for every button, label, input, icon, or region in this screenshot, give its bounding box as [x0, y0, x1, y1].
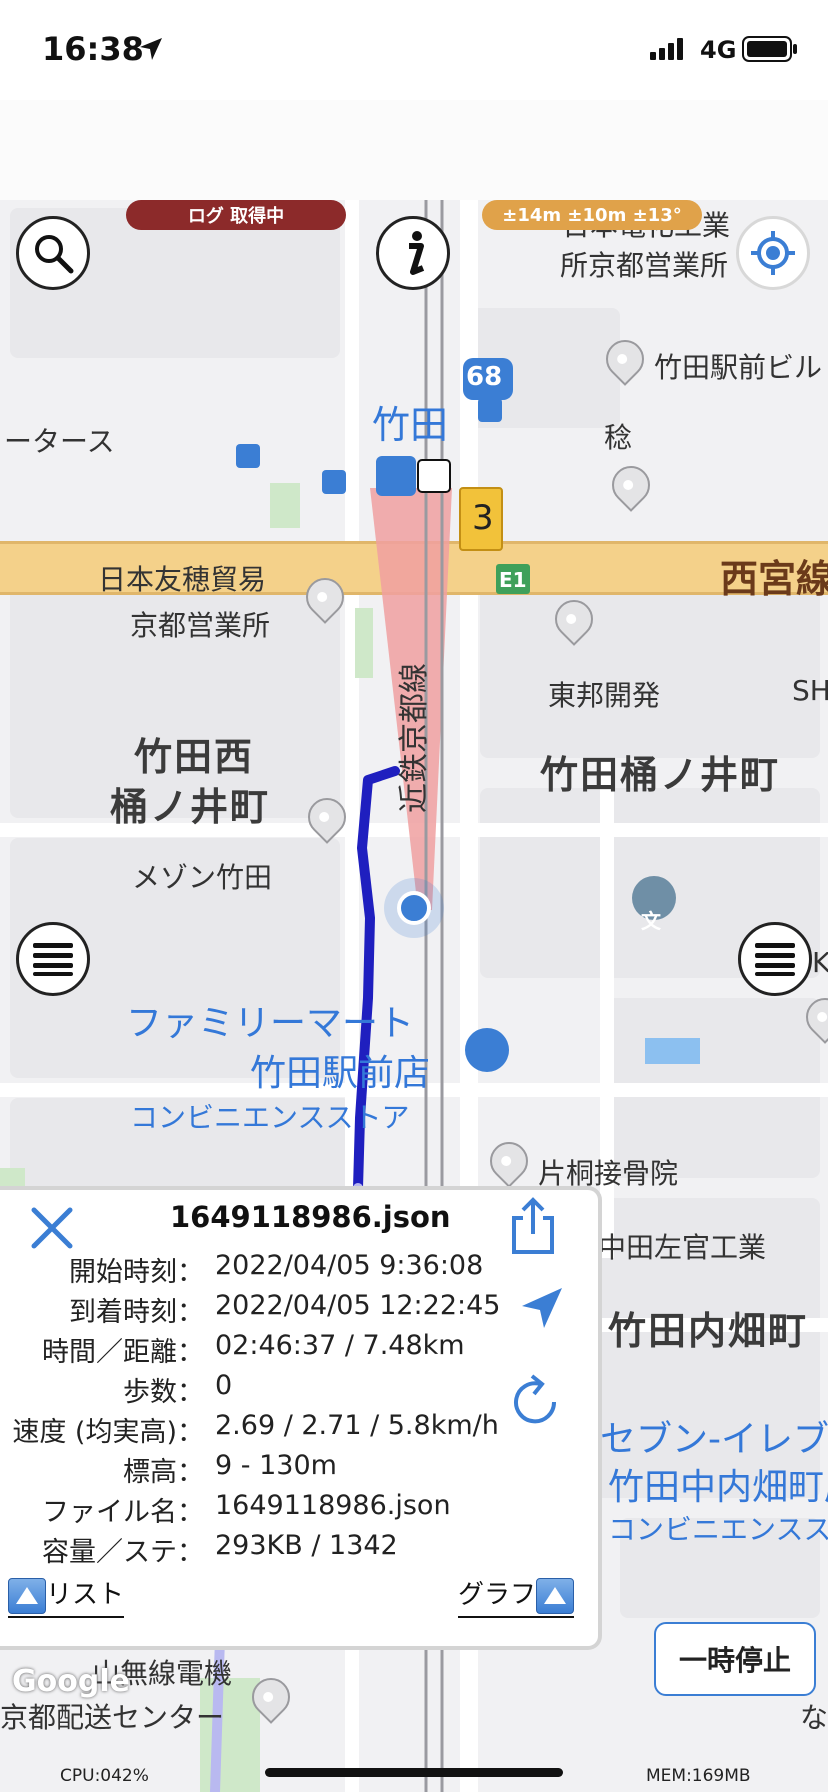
- info-row-steps: 歩数： 0: [123, 1370, 233, 1408]
- status-bar: 16:38 4G: [0, 0, 828, 100]
- poi-label: セブン-イレブン 京都: [600, 1419, 828, 1460]
- route-68-label: 68: [466, 362, 503, 392]
- map-label: 稔: [604, 421, 633, 454]
- search-icon: [35, 235, 74, 274]
- track-info-panel: 1649118986.json 開始時刻： 2022/04/05 9:36:08 …: [0, 1186, 602, 1650]
- pause-button[interactable]: 一時停止: [654, 1622, 816, 1696]
- school-icon: 文: [641, 909, 661, 933]
- map-label: 日本友穂貿易: [98, 563, 267, 596]
- info-row-arrival-time: 到着時刻： 2022/04/05 12:22:45: [69, 1290, 501, 1328]
- station-label: 竹田: [372, 403, 449, 447]
- poi-category-label: コンビニエンスストア: [130, 1101, 410, 1134]
- map-label: SH: [792, 674, 828, 707]
- info-row-speed: 速度 (均実高)： 2.69 / 2.71 / 5.8km/h: [12, 1410, 499, 1448]
- map-label: 東邦開発: [548, 679, 661, 712]
- share-icon[interactable]: [508, 1196, 558, 1256]
- map-label: メゾン竹田: [132, 861, 273, 894]
- battery-icon: [742, 36, 797, 62]
- e1-label: E1: [499, 568, 527, 592]
- area-label: 竹田桶ノ井町: [540, 753, 781, 797]
- status-time: 16:38: [42, 30, 144, 68]
- map-label: 京都営業所: [130, 609, 271, 642]
- list-link[interactable]: リスト: [8, 1574, 125, 1618]
- left-menu-button[interactable]: [16, 922, 90, 996]
- memory-usage: MEM:169MB: [646, 1766, 751, 1786]
- search-button[interactable]: [16, 216, 90, 290]
- map-label: 竹田駅前ビル: [654, 351, 823, 384]
- poi-label: 竹田中内畑町店: [608, 1467, 828, 1508]
- expand-up-icon: [536, 1577, 575, 1614]
- cellular-signal-icon: [650, 38, 683, 60]
- poi-category-label: コンビニエンスストア: [608, 1513, 828, 1546]
- bottom-bar: CPU:042% MEM:169MB: [0, 1752, 828, 1792]
- locate-button[interactable]: [736, 216, 810, 290]
- area-label: 竹田内畑町: [608, 1309, 809, 1353]
- area-label: 桶ノ井町: [110, 785, 271, 829]
- cpu-usage: CPU:042%: [60, 1766, 149, 1786]
- info-row-filename: ファイル名： 1649118986.json: [42, 1490, 451, 1528]
- area-label: 竹田西: [134, 735, 255, 779]
- network-type: 4G: [700, 36, 737, 64]
- map-label: 中田左官工業: [598, 1231, 767, 1264]
- info-icon: [409, 231, 425, 275]
- info-row-duration-distance: 時間／距離： 02:46:37 / 7.48km: [42, 1330, 465, 1368]
- right-menu-button[interactable]: [738, 922, 812, 996]
- info-row-size-steps: 容量／ステ： 293KB / 1342: [42, 1530, 398, 1568]
- route-3-label: 3: [472, 498, 494, 538]
- expand-up-icon: [8, 1577, 46, 1614]
- poi-label: ファミリーマート: [126, 1003, 415, 1044]
- info-row-elevation: 標高： 9 - 130m: [123, 1450, 337, 1488]
- crosshair-icon: [751, 231, 795, 275]
- google-logo: Google: [12, 1664, 130, 1699]
- highway-label: 西宮線: [720, 557, 828, 601]
- hamburger-icon: [755, 943, 795, 976]
- railway-label: 近鉄京都線: [397, 663, 432, 813]
- poi-label: 竹田駅前店: [250, 1053, 431, 1094]
- map-label: な: [800, 1701, 828, 1734]
- graph-link[interactable]: グラフ: [458, 1574, 575, 1618]
- home-indicator[interactable]: [265, 1768, 563, 1777]
- location-arrow-icon: [140, 38, 162, 60]
- map-label: 京都配送センター: [0, 1701, 225, 1734]
- accuracy-pill: ±14m ±10m ±13°: [482, 200, 702, 230]
- map-label: 所京都営業所: [560, 249, 729, 282]
- panel-title: 1649118986.json: [170, 1200, 451, 1234]
- map-label: Ka: [812, 946, 828, 979]
- hamburger-icon: [33, 943, 73, 976]
- map-label: ータース: [4, 425, 115, 458]
- close-icon[interactable]: [30, 1206, 74, 1250]
- info-row-start-time: 開始時刻： 2022/04/05 9:36:08: [69, 1250, 484, 1288]
- info-button[interactable]: [376, 216, 450, 290]
- log-status-pill: ログ 取得中: [126, 200, 346, 230]
